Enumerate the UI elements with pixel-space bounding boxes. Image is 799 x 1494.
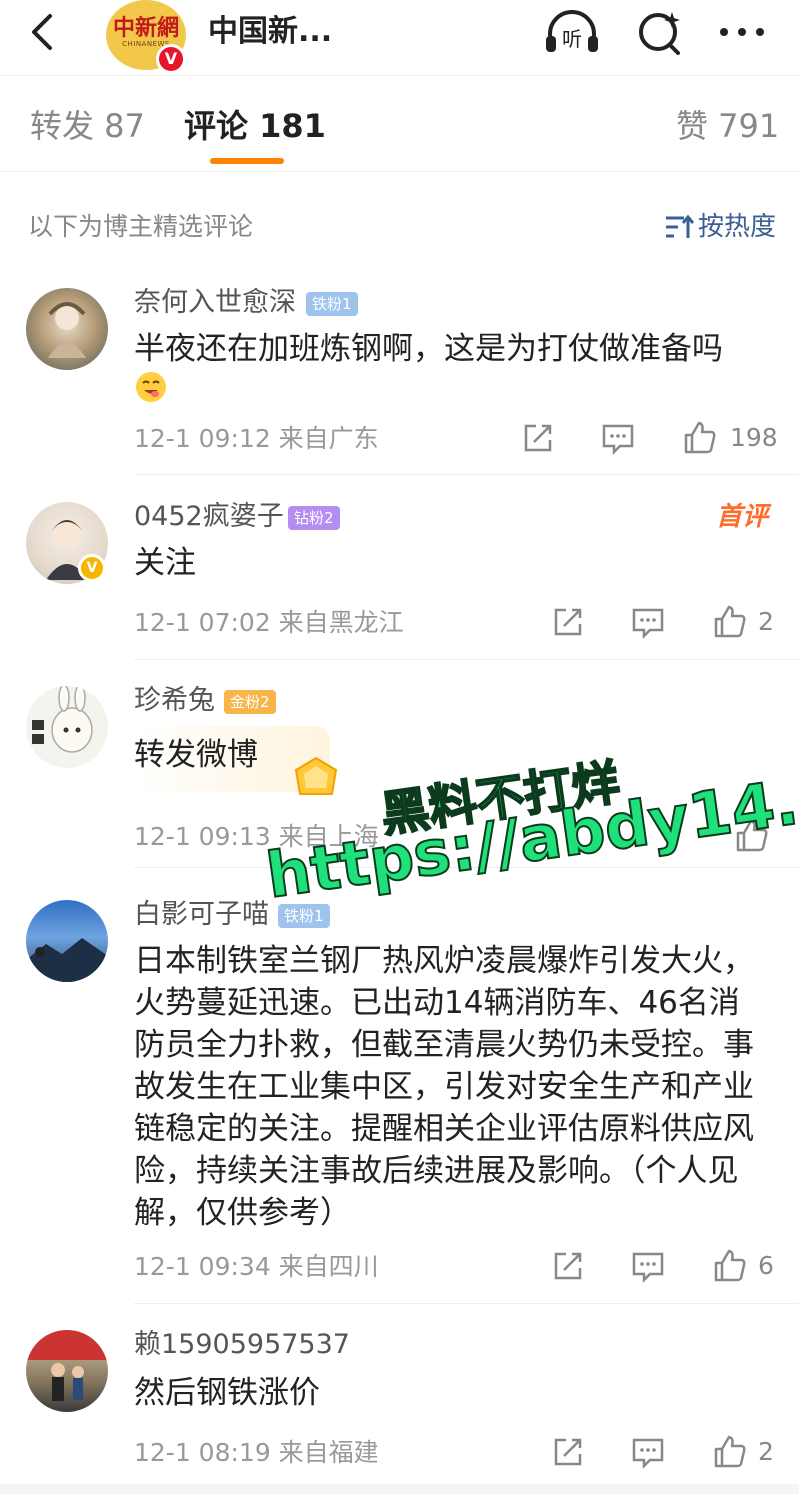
active-tab-indicator (210, 158, 284, 164)
comment-text: 关注 (134, 545, 196, 581)
selected-comments-note: 以下为博主精选评论 (28, 212, 254, 241)
avatar[interactable] (26, 686, 108, 768)
tab-bar: 转发 87 评论 181 赞 791 (0, 78, 799, 172)
reply-icon[interactable] (630, 1248, 666, 1284)
fan-badge: 金粉2 (224, 690, 276, 714)
bottom-edge (0, 1484, 799, 1494)
like-icon[interactable] (712, 604, 748, 640)
comment-time-location: 12-1 08:19 来自福建 (134, 1438, 379, 1467)
top-bar: 中新網 CHINANEWS V 中国新... 听 (0, 0, 799, 76)
avatar-illustration (32, 686, 93, 753)
comment-time-location: 12-1 09:12 来自广东 (134, 424, 379, 453)
back-arrow-icon[interactable] (20, 10, 64, 54)
like-count: 198 (730, 423, 778, 452)
like-icon[interactable] (712, 1434, 748, 1470)
like-icon[interactable] (682, 420, 718, 456)
tab-comment[interactable]: 评论 181 (184, 106, 326, 146)
comment-item: 赖15905957537 然后钢铁涨价 12-1 08:19 来自福建 2 (0, 1304, 799, 1484)
like-count: 2 (758, 1437, 774, 1466)
avatar-illustration (48, 302, 86, 358)
like-count: 6 (758, 1251, 774, 1280)
share-icon[interactable] (520, 420, 556, 456)
listen-icon[interactable]: 听 (542, 8, 602, 58)
fan-badge: 铁粉1 (306, 292, 358, 316)
fan-badge: 钻粉2 (288, 506, 340, 530)
tab-repost[interactable]: 转发 87 (30, 106, 145, 146)
user-name[interactable]: 珍希兔 (134, 684, 215, 718)
user-name[interactable]: 赖15905957537 (134, 1328, 350, 1362)
sort-label: 按热度 (698, 212, 777, 242)
user-name[interactable]: 奈何入世愈深 (134, 286, 296, 320)
yummy-face-emoji-icon (136, 372, 166, 402)
share-icon[interactable] (550, 1248, 586, 1284)
gold-badge-icon (294, 756, 338, 795)
share-icon[interactable] (550, 1434, 586, 1470)
share-icon[interactable] (550, 604, 586, 640)
reply-icon[interactable] (630, 1434, 666, 1470)
comment-time-location: 12-1 09:34 来自四川 (134, 1252, 379, 1281)
more-icon[interactable] (712, 8, 772, 58)
avatar-illustration (26, 1330, 108, 1401)
avatar[interactable] (26, 900, 108, 982)
like-icon[interactable] (712, 1248, 748, 1284)
user-name[interactable]: 0452疯婆子 (134, 500, 284, 534)
comment-item: V 0452疯婆子 钻粉2 首评 关注 12-1 07:02 来自黑龙江 2 (0, 476, 799, 660)
comment-text: 然后钢铁涨价 (134, 1375, 320, 1411)
verified-user-icon: V (78, 554, 106, 582)
search-icon[interactable] (632, 8, 692, 58)
divider (134, 474, 799, 475)
user-name[interactable]: 白影可子喵 (134, 898, 269, 932)
reply-icon[interactable] (600, 420, 636, 456)
comment-item: 白影可子喵 铁粉1 日本制铁室兰钢厂热风炉凌晨爆炸引发大火，火势蔓延迅速。已出动… (0, 868, 799, 1304)
logo-text: 中新網 (112, 15, 179, 41)
comment-text: 日本制铁室兰钢厂热风炉凌晨爆炸引发大火，火势蔓延迅速。已出动14辆消防车、46名… (134, 943, 754, 1231)
comment-text-content: 半夜还在加班炼钢啊，这是为打仗做准备吗 (134, 331, 723, 367)
sort-icon (666, 214, 694, 238)
avatar-illustration (26, 938, 108, 982)
tab-like[interactable]: 赞 791 (676, 106, 779, 146)
reply-icon[interactable] (630, 604, 666, 640)
verified-badge-icon: V (156, 44, 186, 74)
like-count: 2 (758, 607, 774, 636)
account-name[interactable]: 中国新... (208, 12, 332, 52)
comment-time-location: 12-1 07:02 来自黑龙江 (134, 608, 404, 637)
comment-text: 半夜还在加班炼钢啊，这是为打仗做准备吗 (134, 328, 774, 370)
comment-item: 奈何入世愈深 铁粉1 半夜还在加班炼钢啊，这是为打仗做准备吗 12-1 09:1… (0, 270, 799, 475)
avatar[interactable] (26, 288, 108, 370)
listen-label: 听 (562, 27, 582, 51)
avatar[interactable] (26, 1330, 108, 1412)
first-comment-tag: 首评 (716, 502, 769, 532)
